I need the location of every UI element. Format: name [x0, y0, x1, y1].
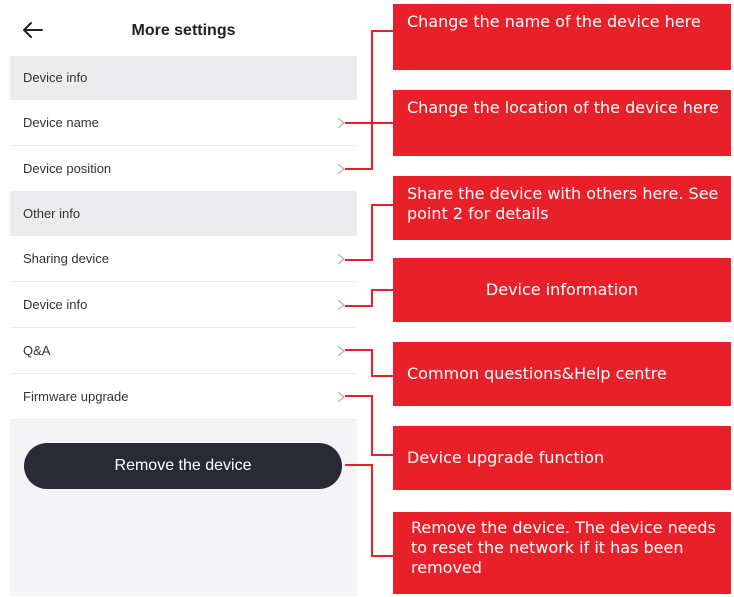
callout-device-information: Device information [393, 258, 731, 322]
connector-line [345, 395, 393, 456]
callout-change-location: Change the location of the device here [393, 90, 731, 156]
callout-upgrade-function: Device upgrade function [393, 426, 731, 490]
connector-line [345, 349, 393, 377]
callout-help-centre: Common questions&Help centre [393, 342, 731, 406]
connector-line [345, 30, 393, 124]
callout-change-name: Change the name of the device here [393, 4, 731, 70]
callout-share-device: Share the device with others here. See p… [393, 176, 731, 240]
callout-remove-device: Remove the device. The device needs to r… [393, 512, 731, 594]
connector-line [345, 289, 393, 307]
connector-line [345, 204, 393, 261]
connector-line [345, 122, 393, 170]
connector-line [345, 464, 393, 557]
